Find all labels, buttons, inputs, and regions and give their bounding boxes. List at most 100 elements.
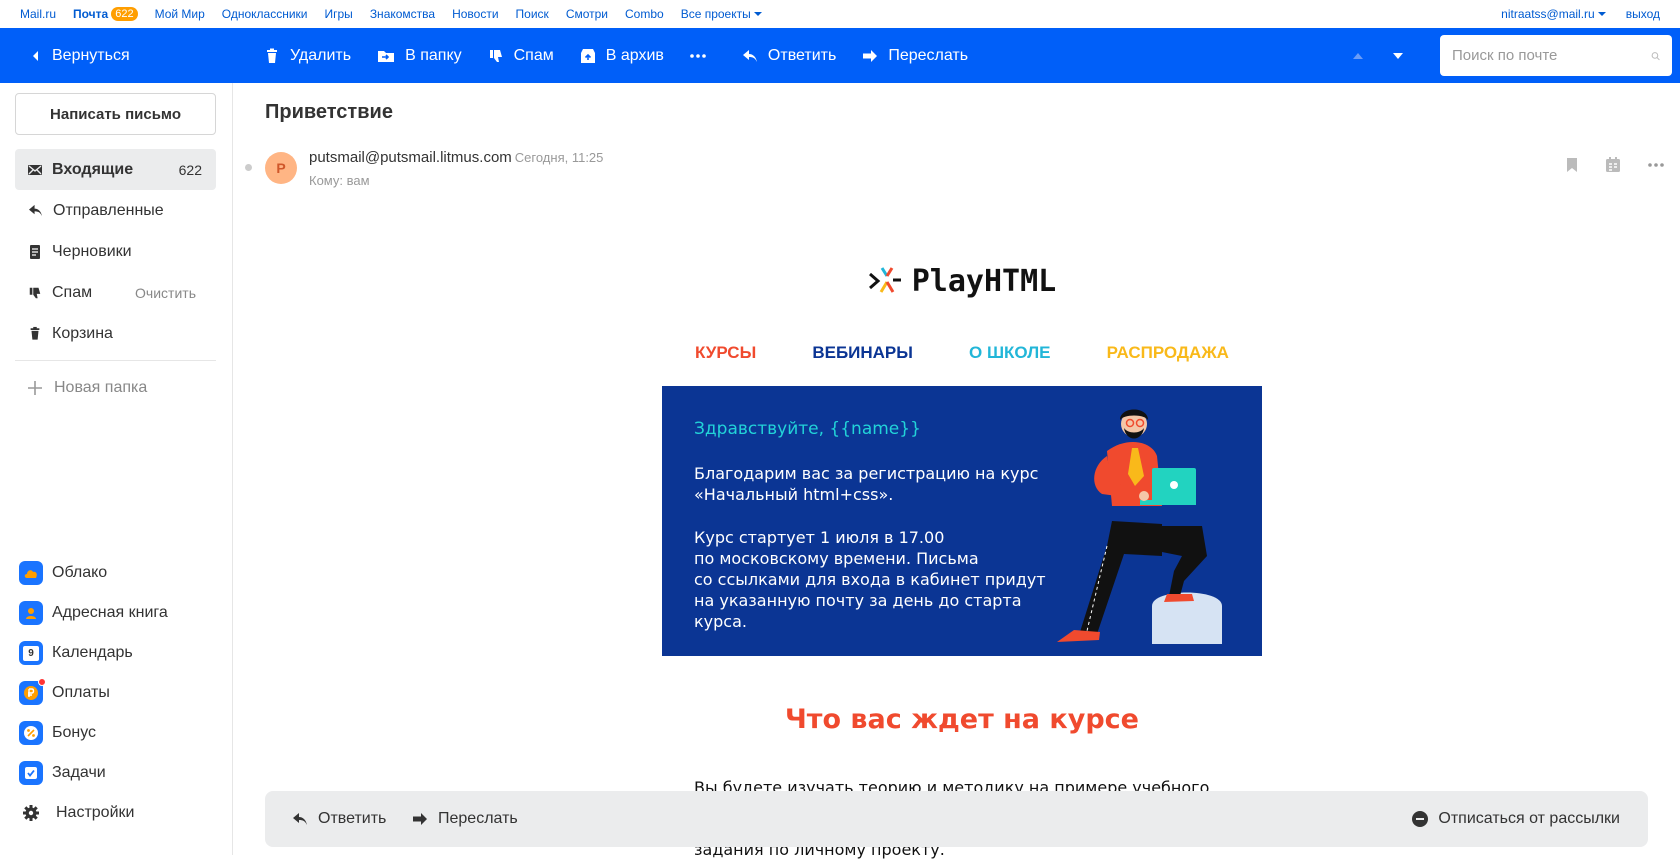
search-input[interactable] xyxy=(1452,47,1651,64)
inbox-icon xyxy=(28,164,42,175)
tasks-icon xyxy=(19,761,43,785)
sidebar-item-bonus[interactable]: Бонус xyxy=(19,713,168,753)
reply-button[interactable]: Ответить xyxy=(742,28,836,83)
email-nav-sale[interactable]: РАСПРОДАЖА xyxy=(1107,343,1229,363)
user-menu[interactable]: nitraatss@mail.ru xyxy=(1501,7,1606,21)
sidebar-item-settings[interactable]: Настройки xyxy=(19,793,168,833)
next-message-button[interactable] xyxy=(1392,52,1404,60)
search-icon[interactable] xyxy=(1651,48,1660,64)
delete-button[interactable]: Удалить xyxy=(264,28,351,83)
portal-link-all-projects[interactable]: Все проекты xyxy=(681,7,762,21)
sidebar-item-sent[interactable]: Отправленные xyxy=(15,190,216,231)
sidebar-item-payments[interactable]: Оплаты xyxy=(19,673,168,713)
email-nav-webinars[interactable]: ВЕБИНАРЫ xyxy=(812,343,913,363)
message-more-button[interactable] xyxy=(1648,162,1664,167)
bottom-reply-button[interactable]: Ответить xyxy=(292,810,386,828)
reply-icon xyxy=(742,49,757,62)
message-date: Сегодня, 11:25 xyxy=(514,150,604,165)
previous-message-button[interactable] xyxy=(1352,52,1364,60)
forward-button[interactable]: Переслать xyxy=(862,28,968,83)
greeting: Здравствуйте, {{name}} xyxy=(694,419,921,439)
portal-link-watch[interactable]: Смотри xyxy=(566,7,608,21)
bottom-forward-label: Переслать xyxy=(438,810,518,827)
banner-paragraph-2: Курс стартует 1 июля в 17.00 по московск… xyxy=(694,528,1046,631)
plus-icon xyxy=(28,381,42,395)
user-email[interactable]: nitraatss@mail.ru xyxy=(1501,7,1595,21)
spam-icon xyxy=(29,287,41,298)
portal-link-games[interactable]: Игры xyxy=(325,7,353,21)
logout-link[interactable]: выход xyxy=(1626,7,1660,21)
sidebar-item-label: Входящие xyxy=(52,160,134,178)
sidebar-item-inbox[interactable]: Входящие 622 xyxy=(15,149,216,190)
portal-link-combo[interactable]: Combo xyxy=(625,7,664,21)
sidebar-item-contacts[interactable]: Адресная книга xyxy=(19,593,168,633)
archive-button[interactable]: В архив xyxy=(580,28,664,83)
sender-line: putsmail@putsmail.litmus.com Сегодня, 11:… xyxy=(309,149,603,166)
sent-icon xyxy=(29,204,42,217)
sender-email[interactable]: putsmail@putsmail.litmus.com xyxy=(309,149,512,166)
bookmark-button[interactable] xyxy=(1566,157,1578,172)
new-folder-button[interactable]: Новая папка xyxy=(27,373,147,403)
drafts-icon xyxy=(30,244,40,259)
notification-dot xyxy=(38,678,46,686)
add-to-calendar-button[interactable] xyxy=(1606,157,1620,172)
bottom-action-bar: Ответить Переслать Отписаться от рассылк… xyxy=(265,791,1648,847)
forward-icon xyxy=(413,813,427,825)
reply-label: Ответить xyxy=(767,46,837,64)
apps-list: Облако Адресная книга 9 Календарь Оплаты… xyxy=(19,553,168,833)
portal-link-ok[interactable]: Одноклассники xyxy=(222,7,308,21)
sidebar: Написать письмо Входящие 622 Отправленны… xyxy=(0,83,233,855)
more-dots-icon xyxy=(690,53,706,58)
arrow-down-icon xyxy=(1393,52,1403,59)
forward-label: Переслать xyxy=(888,46,969,64)
portal-link-news[interactable]: Новости xyxy=(452,7,498,21)
portal-link-search[interactable]: Поиск xyxy=(516,7,549,21)
portal-link-mail-label[interactable]: Почта xyxy=(73,7,108,21)
email-nav-courses[interactable]: КУРСЫ xyxy=(695,343,756,363)
avatar: P xyxy=(265,152,297,184)
developer-illustration xyxy=(1057,409,1222,644)
email-body: PlayHTML КУРСЫ ВЕБИНАРЫ О ШКОЛЕ РАСПРОДА… xyxy=(662,261,1262,735)
move-to-folder-button[interactable]: В папку xyxy=(377,28,462,83)
bottom-forward-button[interactable]: Переслать xyxy=(412,810,518,828)
clear-spam-button[interactable]: Очистить xyxy=(135,285,196,301)
more-dots-icon xyxy=(1648,162,1664,167)
more-actions-button[interactable] xyxy=(690,28,716,83)
cloud-icon xyxy=(19,561,43,585)
reply-icon xyxy=(293,813,307,825)
portal-link-mail[interactable]: Почта 622 xyxy=(73,7,138,21)
read-status-toggle[interactable] xyxy=(245,164,252,171)
app-label: Облако xyxy=(52,564,108,581)
sidebar-item-drafts[interactable]: Черновики xyxy=(15,231,216,272)
compose-button[interactable]: Написать письмо xyxy=(15,93,216,135)
sidebar-item-tasks[interactable]: Задачи xyxy=(19,753,168,793)
calendar-add-icon xyxy=(1606,157,1620,172)
portal-link-dating[interactable]: Знакомства xyxy=(370,7,435,21)
forward-icon xyxy=(863,49,878,62)
sidebar-item-cloud[interactable]: Облако xyxy=(19,553,168,593)
playhtml-logo-icon xyxy=(868,267,901,293)
trash-icon xyxy=(267,48,277,63)
app-label: Адресная книга xyxy=(52,604,168,621)
message-view: Приветствие P putsmail@putsmail.litmus.c… xyxy=(234,83,1680,859)
sidebar-item-label: Корзина xyxy=(52,324,113,342)
unsubscribe-button[interactable]: Отписаться от рассылки xyxy=(1412,810,1620,828)
email-nav-about[interactable]: О ШКОЛЕ xyxy=(969,343,1050,363)
portal-bar: Mail.ru Почта 622 Мой Мир Одноклассники И… xyxy=(0,0,1680,28)
trash-icon xyxy=(30,326,40,340)
sidebar-item-trash[interactable]: Корзина xyxy=(15,313,216,354)
sidebar-item-spam[interactable]: Спам Очистить xyxy=(15,272,216,313)
all-projects-label[interactable]: Все проекты xyxy=(681,7,751,21)
back-button[interactable]: Вернуться xyxy=(30,28,130,83)
email-nav: КУРСЫ ВЕБИНАРЫ О ШКОЛЕ РАСПРОДАЖА xyxy=(662,343,1262,363)
app-label: Задачи xyxy=(52,764,106,781)
email-logo[interactable]: PlayHTML xyxy=(662,261,1262,301)
move-to-folder-label: В папку xyxy=(405,46,462,64)
app-label: Календарь xyxy=(52,644,133,661)
spam-button[interactable]: Спам xyxy=(488,28,554,83)
portal-link-mymir[interactable]: Мой Мир xyxy=(155,7,205,21)
portal-link-mailru[interactable]: Mail.ru xyxy=(20,7,56,21)
section-title: Что вас ждет на курсе xyxy=(784,704,1139,735)
sidebar-item-calendar[interactable]: 9 Календарь xyxy=(19,633,168,673)
unread-count: 622 xyxy=(178,161,202,178)
